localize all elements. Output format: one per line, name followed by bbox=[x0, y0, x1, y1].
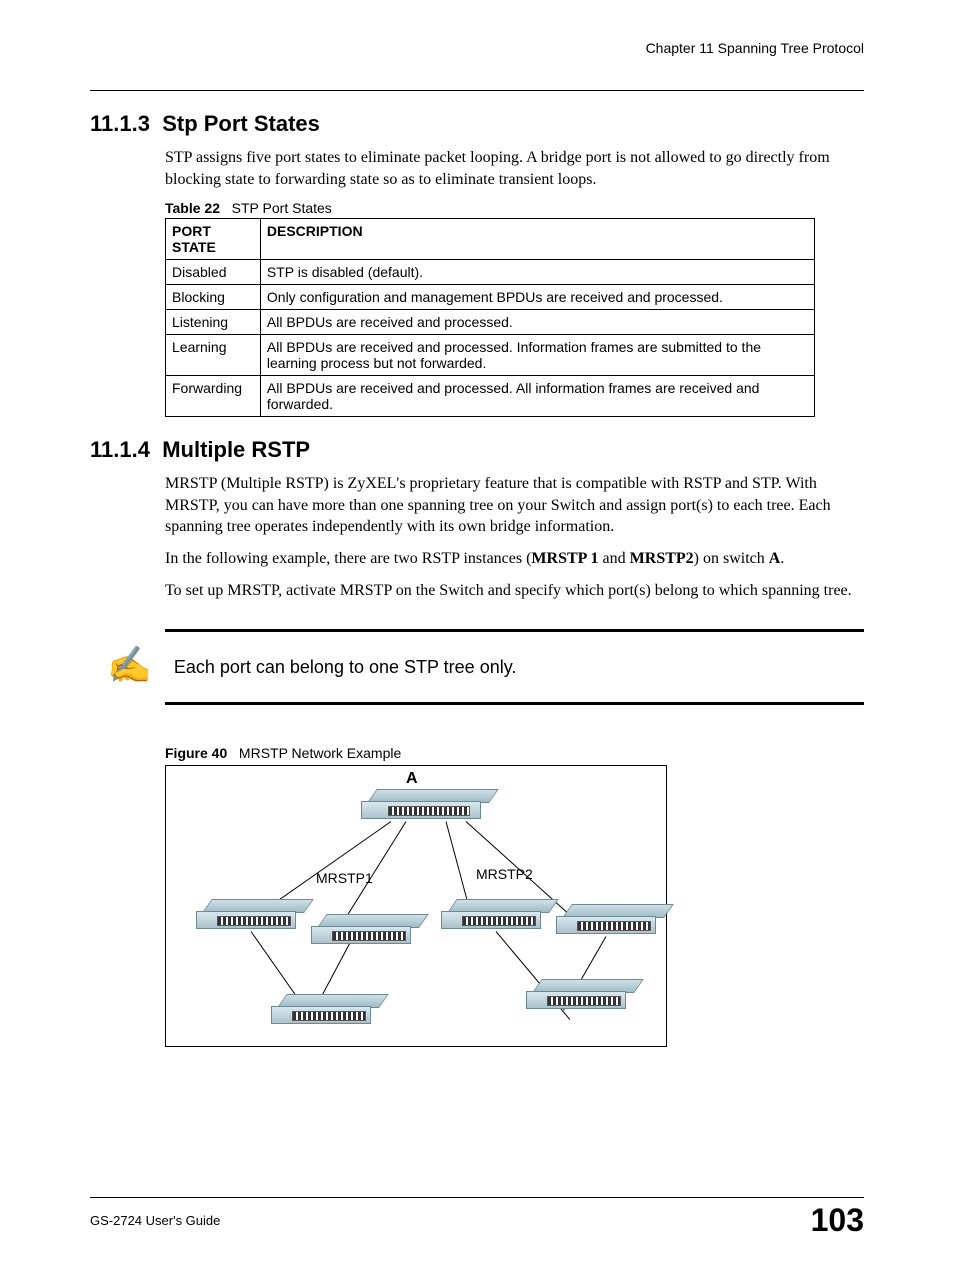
section-heading-1114: 11.1.4 Multiple RSTP bbox=[90, 437, 864, 463]
section-title: Stp Port States bbox=[162, 111, 320, 136]
table-stp-port-states: PORT STATE DESCRIPTION DisabledSTP is di… bbox=[165, 218, 815, 417]
note-block: ✍ Each port can belong to one STP tree o… bbox=[165, 629, 864, 705]
table-caption-22: Table 22 STP Port States bbox=[165, 200, 864, 216]
cell: Disabled bbox=[166, 260, 261, 285]
switch bbox=[196, 911, 296, 941]
header-rule bbox=[90, 90, 864, 91]
p2-b1: MRSTP 1 bbox=[531, 550, 598, 567]
figure-mrstp-network: A MRSTP1 MRSTP2 bbox=[165, 765, 667, 1047]
table-row: LearningAll BPDUs are received and proce… bbox=[166, 335, 815, 376]
cell: All BPDUs are received and processed. bbox=[260, 310, 814, 335]
th-port-state: PORT STATE bbox=[166, 219, 261, 260]
table-row: ListeningAll BPDUs are received and proc… bbox=[166, 310, 815, 335]
cell: Only configuration and management BPDUs … bbox=[260, 285, 814, 310]
section2-p1: MRSTP (Multiple RSTP) is ZyXEL's proprie… bbox=[165, 473, 864, 538]
figure-number: Figure 40 bbox=[165, 745, 227, 761]
table-row: BlockingOnly configuration and managemen… bbox=[166, 285, 815, 310]
note-icon: ✍ bbox=[107, 644, 152, 686]
page-number: 103 bbox=[811, 1202, 864, 1239]
footer-guide-name: GS-2724 User's Guide bbox=[90, 1213, 220, 1228]
switch bbox=[526, 991, 626, 1021]
figure-caption-40: Figure 40 MRSTP Network Example bbox=[165, 745, 864, 761]
figure-name: MRSTP Network Example bbox=[239, 745, 401, 761]
footer: GS-2724 User's Guide 103 bbox=[90, 1197, 864, 1239]
cell: Blocking bbox=[166, 285, 261, 310]
p2-b2: MRSTP2 bbox=[630, 550, 694, 567]
diagram-label-mrstp1: MRSTP1 bbox=[316, 870, 373, 886]
section-heading-1113: 11.1.3 Stp Port States bbox=[90, 111, 864, 137]
note-rule-bottom bbox=[165, 702, 864, 705]
section-intro-1113: STP assigns five port states to eliminat… bbox=[165, 147, 864, 190]
switch bbox=[311, 926, 411, 956]
section2-p2: In the following example, there are two … bbox=[165, 548, 864, 570]
note-text: Each port can belong to one STP tree onl… bbox=[174, 657, 517, 678]
switch-a bbox=[361, 801, 481, 831]
table-name: STP Port States bbox=[232, 200, 332, 216]
cell: Listening bbox=[166, 310, 261, 335]
th-description: DESCRIPTION bbox=[260, 219, 814, 260]
p2-b3: A bbox=[769, 550, 781, 567]
switch bbox=[556, 916, 656, 946]
cell: Forwarding bbox=[166, 376, 261, 417]
section2-p3: To set up MRSTP, activate MRSTP on the S… bbox=[165, 580, 864, 602]
chapter-header: Chapter 11 Spanning Tree Protocol bbox=[90, 40, 864, 62]
cell: All BPDUs are received and processed. In… bbox=[260, 335, 814, 376]
p2-mid: and bbox=[599, 550, 630, 567]
section-number: 11.1.4 bbox=[90, 437, 150, 462]
section-title: Multiple RSTP bbox=[162, 437, 310, 462]
switch bbox=[441, 911, 541, 941]
table-row: ForwardingAll BPDUs are received and pro… bbox=[166, 376, 815, 417]
p2-pre: In the following example, there are two … bbox=[165, 550, 531, 567]
diagram-label-a: A bbox=[406, 770, 418, 788]
table-row: DisabledSTP is disabled (default). bbox=[166, 260, 815, 285]
section-number: 11.1.3 bbox=[90, 111, 150, 136]
table-header-row: PORT STATE DESCRIPTION bbox=[166, 219, 815, 260]
p2-post1: ) on switch bbox=[694, 550, 769, 567]
p2-post2: . bbox=[780, 550, 784, 567]
cell: All BPDUs are received and processed. Al… bbox=[260, 376, 814, 417]
switch bbox=[271, 1006, 371, 1036]
diagram-label-mrstp2: MRSTP2 bbox=[476, 866, 533, 882]
cell: Learning bbox=[166, 335, 261, 376]
table-number: Table 22 bbox=[165, 200, 220, 216]
cell: STP is disabled (default). bbox=[260, 260, 814, 285]
